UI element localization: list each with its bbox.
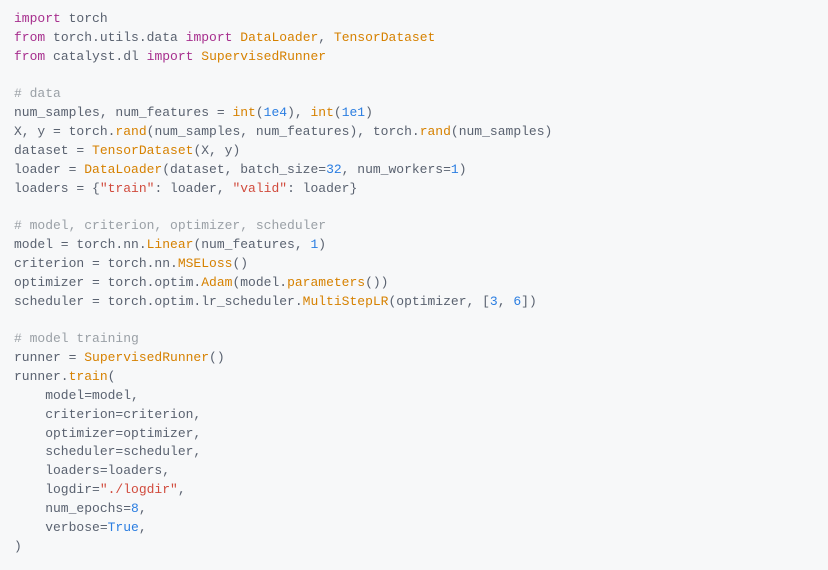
class-name: DataLoader [240,30,318,45]
class-name: TensorDataset [334,30,435,45]
text: (num_samples) [451,124,552,139]
text: torch.utils.data [45,30,185,45]
text: logdir= [14,482,100,497]
comment: # model, criterion, optimizer, scheduler [14,218,326,233]
text: ()) [365,275,388,290]
text: scheduler = torch.optim.lr_scheduler. [14,294,303,309]
keyword: import [186,30,233,45]
text: (dataset, batch_size= [162,162,326,177]
number: 8 [131,501,139,516]
text: , num_workers= [342,162,451,177]
text: , [139,501,147,516]
text: num_samples, num_features = [14,105,232,120]
text: dataset = [14,143,92,158]
text: , [139,520,147,535]
class-name: MultiStepLR [303,294,389,309]
text: , [178,482,186,497]
text: (num_samples, num_features), torch. [147,124,420,139]
number: 3 [490,294,498,309]
class-name: Adam [201,275,232,290]
text: scheduler=scheduler, [14,444,201,459]
keyword: from [14,30,45,45]
class-name: DataLoader [84,162,162,177]
text: ( [108,369,116,384]
class-name: TensorDataset [92,143,193,158]
number: 1e1 [342,105,365,120]
text: ) [365,105,373,120]
text: model=model, [14,388,139,403]
text: X, y = torch. [14,124,115,139]
text: optimizer = torch.optim. [14,275,201,290]
text: loaders=loaders, [14,463,170,478]
string: "valid" [232,181,287,196]
text: criterion=criterion, [14,407,201,422]
text: ), [287,105,310,120]
fn: rand [115,124,146,139]
text: ]) [521,294,537,309]
keyword: import [147,49,194,64]
code-block: import torch from torch.utils.data impor… [14,10,814,556]
text: : loader} [287,181,357,196]
text: () [232,256,248,271]
text: runner. [14,369,69,384]
text: loader = [14,162,84,177]
text: (model. [232,275,287,290]
builtin: int [232,105,255,120]
text: (X, y) [193,143,240,158]
fn: rand [420,124,451,139]
number: 1 [451,162,459,177]
text: criterion = torch.nn. [14,256,178,271]
text: (optimizer, [ [388,294,489,309]
string: "./logdir" [100,482,178,497]
text: ) [459,162,467,177]
string: "train" [100,181,155,196]
builtin: int [310,105,333,120]
text: loaders = { [14,181,100,196]
text: () [209,350,225,365]
text: num_epochs= [14,501,131,516]
number: 32 [326,162,342,177]
number: 1e4 [264,105,287,120]
text: runner = [14,350,84,365]
keyword: from [14,49,45,64]
text: ) [318,237,326,252]
text: model = torch.nn. [14,237,147,252]
fn: train [69,369,108,384]
comment: # model training [14,331,139,346]
class-name: SupervisedRunner [201,49,326,64]
text: , [498,294,514,309]
keyword: import [14,11,61,26]
class-name: Linear [147,237,194,252]
bool: True [108,520,139,535]
number: 6 [513,294,521,309]
text: ( [256,105,264,120]
fn: parameters [287,275,365,290]
text: catalyst.dl [45,49,146,64]
text: (num_features, [193,237,310,252]
text: optimizer=optimizer, [14,426,201,441]
class-name: MSELoss [178,256,233,271]
text: verbose= [14,520,108,535]
text: : loader, [154,181,232,196]
text: torch [61,11,108,26]
comment: # data [14,86,61,101]
text: , [318,30,334,45]
text: ( [334,105,342,120]
text: ) [14,539,22,554]
class-name: SupervisedRunner [84,350,209,365]
